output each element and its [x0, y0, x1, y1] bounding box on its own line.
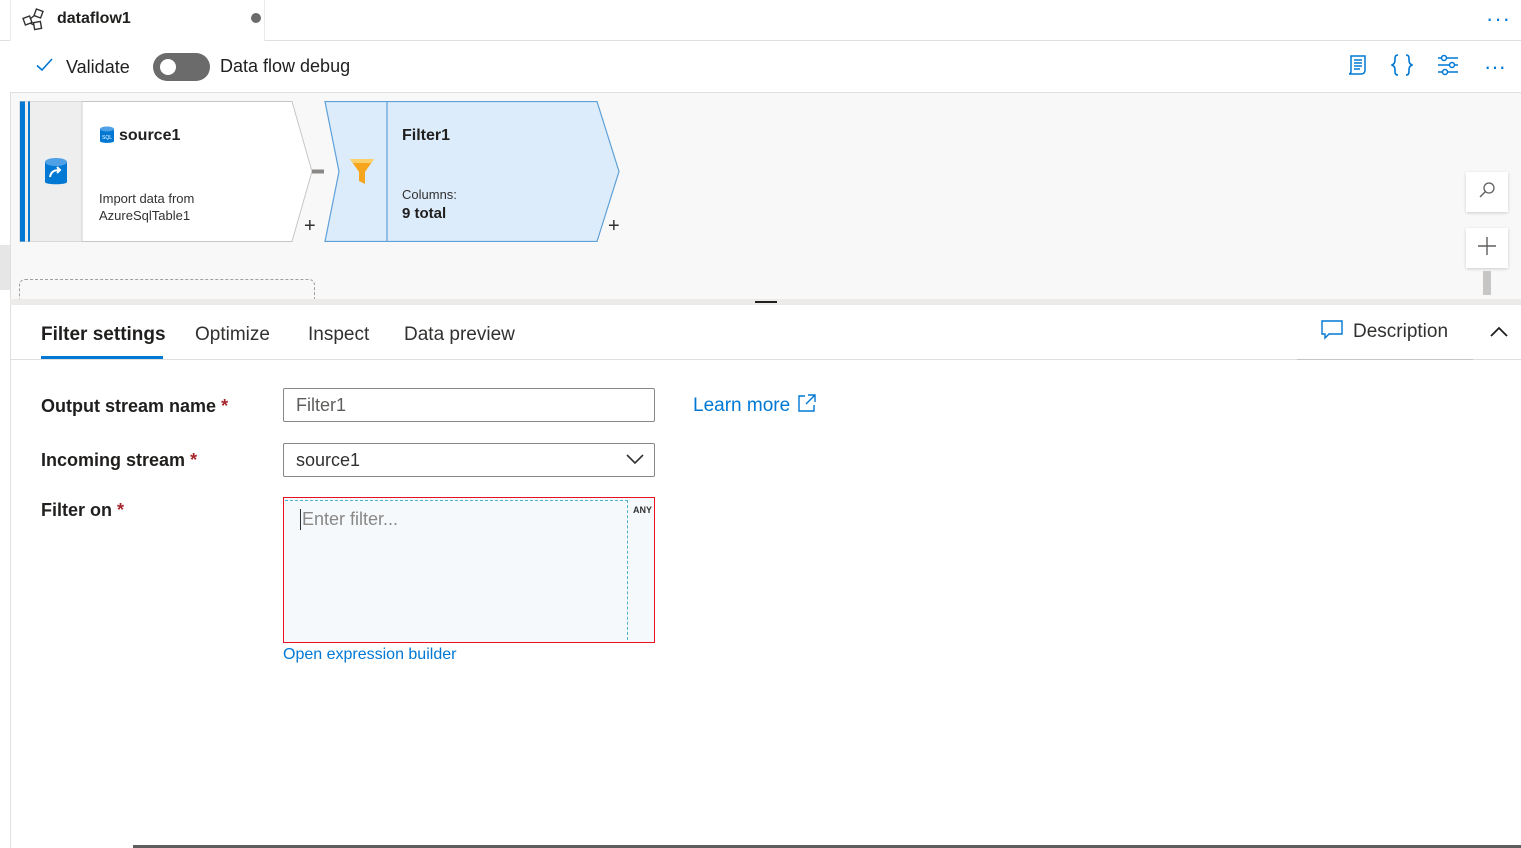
filter-columns-value: 9 total [402, 205, 447, 222]
description-button[interactable]: Description [1297, 305, 1473, 360]
canvas-resize-handle[interactable] [0, 245, 10, 290]
more-icon[interactable]: ··· [1486, 6, 1511, 32]
filter-on-label-text: Filter on [41, 500, 112, 520]
chevron-down-icon [626, 452, 644, 470]
canvas-search-button[interactable] [1466, 172, 1508, 212]
source-node[interactable]: SQL source1 Import data from AzureSqlTab… [19, 101, 324, 242]
document-tab[interactable]: dataflow1 [10, 0, 265, 41]
learn-more-text: Learn more [693, 395, 791, 416]
incoming-stream-value: source1 [296, 450, 361, 470]
comment-icon [1321, 319, 1343, 345]
zoom-in-button[interactable] [1466, 228, 1508, 268]
filter-columns-label: Columns: [402, 187, 457, 202]
external-link-icon [798, 394, 816, 418]
incoming-stream-label-text: Incoming stream [41, 450, 186, 470]
active-tab-indicator [41, 356, 163, 359]
filter-node[interactable]: Filter1 Columns: 9 total + [324, 101, 632, 242]
filter-expression-placeholder: Enter filter... [300, 509, 399, 530]
chevron-up-icon [1490, 325, 1508, 343]
incoming-stream-label: Incoming stream * [41, 450, 197, 471]
validate-button[interactable]: Validate [34, 55, 130, 79]
learn-more-link[interactable]: Learn more [693, 394, 816, 418]
filter-node-title: Filter1 [402, 127, 451, 144]
checkmark-icon [34, 55, 54, 80]
collapse-panel-button[interactable] [1487, 322, 1511, 346]
source-node-desc-line2: AzureSqlTable1 [99, 208, 191, 223]
filter-on-label: Filter on * [41, 500, 124, 521]
source-node-desc-line1: Import data from [99, 191, 195, 206]
required-marker: * [190, 450, 198, 470]
output-stream-name-label: Output stream name * [41, 396, 228, 417]
panel-tabs: Filter settings Optimize Inspect Data pr… [11, 305, 1521, 360]
tab-optimize[interactable]: Optimize [195, 324, 270, 346]
dataflow-canvas[interactable]: SQL source1 Import data from AzureSqlTab… [10, 93, 1521, 309]
code-button[interactable] [1387, 53, 1417, 81]
description-label: Description [1353, 321, 1449, 342]
database-source-icon [43, 157, 69, 192]
expression-type-badge: ANY [632, 505, 652, 515]
tab-inspect[interactable]: Inspect [308, 324, 369, 346]
tab-data-preview[interactable]: Data preview [404, 324, 515, 346]
toolbar-more-button[interactable]: ··· [1480, 53, 1510, 81]
svg-text:SQL: SQL [102, 135, 112, 141]
required-marker: * [221, 396, 229, 416]
required-marker: * [117, 500, 125, 520]
validate-label: Validate [66, 56, 130, 77]
output-stream-name-input[interactable] [283, 388, 655, 422]
toolbar: Validate Data flow debug ··· [10, 41, 1521, 93]
zoom-slider[interactable] [1483, 271, 1491, 295]
properties-panel: Filter settings Optimize Inspect Data pr… [10, 305, 1521, 848]
search-icon [1478, 181, 1496, 204]
tab-filter-settings[interactable]: Filter settings [41, 324, 166, 346]
script-icon [1345, 53, 1369, 82]
debug-toggle[interactable] [153, 53, 210, 81]
unsaved-indicator [251, 13, 261, 23]
filter-expression-editor[interactable]: Enter filter... ANY [283, 497, 655, 643]
source-add-transform-button[interactable]: + [304, 215, 316, 238]
filter-add-transform-button[interactable]: + [608, 215, 620, 238]
settings-sliders-icon [1436, 53, 1460, 82]
open-expression-builder-link[interactable]: Open expression builder [283, 646, 456, 664]
more-icon: ··· [1484, 54, 1506, 79]
incoming-stream-dropdown[interactable]: source1 [283, 443, 655, 477]
splitter-grip [755, 301, 777, 303]
settings-button[interactable] [1433, 53, 1463, 81]
expression-text-area[interactable]: Enter filter... [285, 500, 628, 640]
sql-table-icon: SQL [99, 126, 115, 149]
plus-icon [1477, 236, 1497, 261]
script-button[interactable] [1342, 53, 1372, 81]
output-stream-name-label-text: Output stream name [41, 396, 217, 416]
toggle-knob [160, 59, 176, 75]
document-tabstrip: dataflow1 ··· [0, 0, 1521, 41]
code-braces-icon [1390, 53, 1414, 82]
source-node-title: source1 [119, 127, 181, 144]
dataflow-icon [21, 7, 47, 33]
document-tab-title: dataflow1 [57, 10, 131, 27]
filter-funnel-icon [349, 157, 375, 192]
debug-toggle-label: Data flow debug [220, 56, 351, 76]
